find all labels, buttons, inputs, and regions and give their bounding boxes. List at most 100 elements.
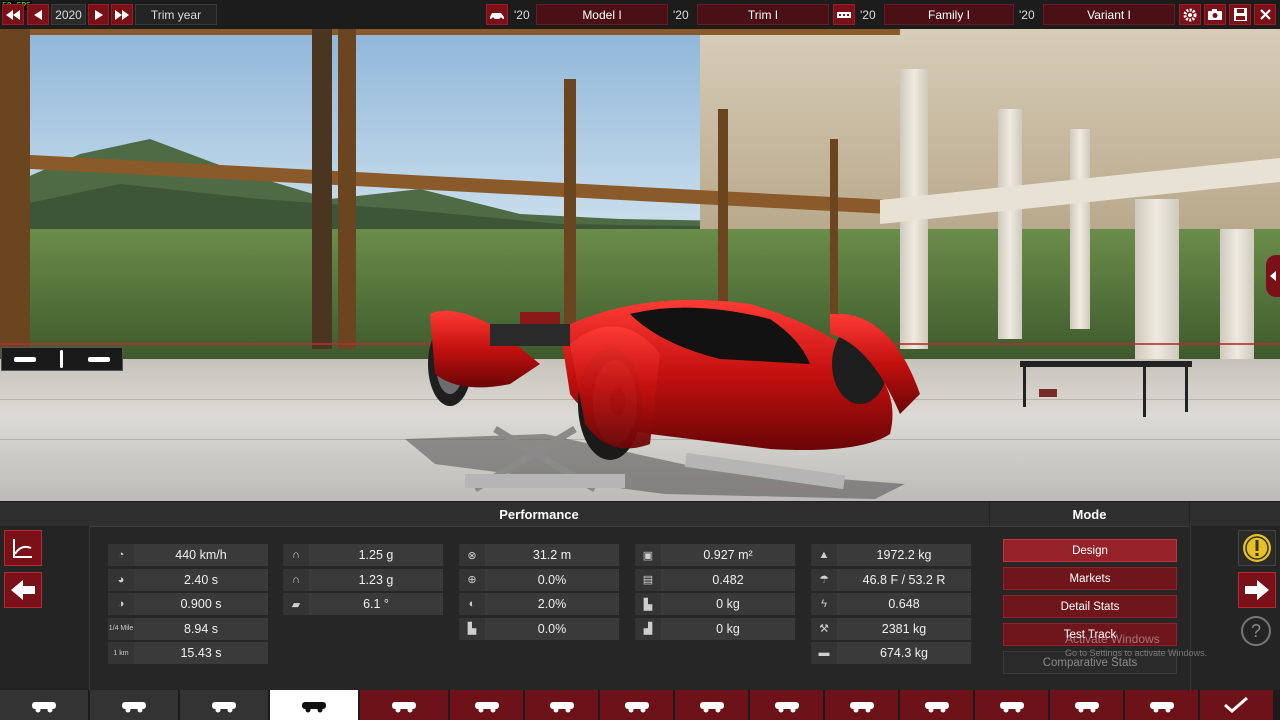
testing-icon — [999, 702, 1024, 713]
next-icon — [94, 9, 103, 20]
rewind-icon — [6, 9, 20, 20]
chassis-icon — [122, 702, 146, 713]
engine-block-icon — [837, 11, 851, 18]
family-name-field[interactable]: Family I — [884, 4, 1014, 25]
pillar — [1135, 199, 1179, 364]
mode-button-markets[interactable]: Markets — [1003, 567, 1177, 590]
stat-value: 0.648 — [888, 597, 920, 612]
model-car-button[interactable] — [486, 4, 508, 25]
graph-view-button[interactable] — [4, 530, 42, 566]
top-toolbar: 50 FPS 2020 Trim year '20 Model I '20 Tr… — [0, 0, 1280, 30]
stat-row: ⊕ 0.0% — [459, 568, 619, 591]
left-toolbar — [0, 526, 90, 690]
stat-row: ▰ 6.1 ° — [283, 593, 443, 616]
warning-icon — [1243, 534, 1271, 562]
stat-value: 6.1 ° — [363, 597, 389, 612]
stat-value: 1.23 g — [358, 572, 394, 587]
top-speed-icon: ◔ — [108, 544, 134, 566]
nav-tab-aero[interactable] — [825, 690, 898, 720]
confirm-icon — [1223, 696, 1248, 713]
nav-tab-engine[interactable] — [180, 690, 268, 720]
nav-tab-chassis[interactable] — [90, 690, 178, 720]
first-year-button[interactable] — [2, 4, 24, 25]
stat-value: 0 kg — [716, 621, 740, 636]
save-button[interactable] — [1229, 4, 1251, 25]
nav-tab-car-body[interactable] — [0, 690, 88, 720]
stats-panel: Performance Mode ? ◔ 440 km/h ◕ 2.40 s ◑ 0.90… — [0, 502, 1280, 690]
settings-icon — [1183, 8, 1197, 21]
fuel-icon — [1074, 702, 1099, 713]
settings-button[interactable] — [1179, 4, 1201, 25]
acceleration-icon: ◕ — [108, 568, 134, 591]
wall-post — [338, 29, 356, 349]
lift-icon: ϟ — [811, 593, 837, 616]
model-year: '20 — [514, 7, 530, 22]
stat-value: 0.900 s — [180, 597, 222, 612]
nav-tab-steering[interactable] — [900, 690, 973, 720]
nav-tab-suspension[interactable] — [525, 690, 598, 720]
help-button[interactable]: ? — [1241, 616, 1271, 646]
chevron-left-icon — [1270, 271, 1276, 281]
weight-icon: ▲ — [811, 544, 837, 566]
nav-tab-interior[interactable] — [360, 690, 448, 720]
arrow-right-icon — [1245, 580, 1269, 600]
variant-name-field[interactable]: Variant I — [1043, 4, 1175, 25]
nav-tab-confirm[interactable] — [1200, 690, 1273, 720]
engine-family-button[interactable] — [833, 4, 855, 25]
stat-row: ☂ 46.8 F / 53.2 R — [811, 568, 971, 591]
stat-value: 0.927 m² — [703, 548, 753, 562]
stat-row: ∩ 1.25 g — [283, 544, 443, 566]
next-year-button[interactable] — [88, 4, 109, 25]
drag-coefficient-icon: ▤ — [635, 568, 661, 591]
model-name-field[interactable]: Model I — [536, 4, 668, 25]
windows-activation-title: Activate Windows — [1065, 632, 1160, 646]
window-beam-top — [0, 29, 900, 35]
next-button[interactable] — [1238, 572, 1276, 608]
back-button[interactable] — [4, 572, 42, 608]
nav-tab-wheels[interactable] — [675, 690, 748, 720]
nav-tab-track[interactable] — [1125, 690, 1198, 720]
nav-tab-brakes[interactable] — [600, 690, 673, 720]
stat-row: 1 km 15.43 s — [108, 642, 268, 665]
variant-year: '20 — [1019, 7, 1035, 22]
mode-button-detail-stats[interactable]: Detail Stats — [1003, 595, 1177, 618]
nav-tab-tyres[interactable] — [750, 690, 823, 720]
pillar — [1220, 229, 1254, 359]
warning-button[interactable] — [1238, 530, 1276, 566]
quarter-mile-icon: 1/4 Mile — [108, 617, 134, 640]
car-viewport[interactable] — [0, 29, 1280, 501]
trim-name-field[interactable]: Trim I — [697, 4, 829, 25]
nav-tab-testing[interactable] — [975, 690, 1048, 720]
brakes-icon — [624, 702, 649, 713]
fast-forward-icon — [115, 9, 129, 20]
orbit-right-icon — [87, 356, 110, 362]
wheels-icon — [699, 702, 724, 713]
previous-year-button[interactable] — [27, 4, 49, 25]
right-toolbar: ? — [1190, 526, 1280, 690]
nav-tab-body-design[interactable] — [270, 690, 358, 720]
right-header — [1190, 502, 1280, 527]
stat-value: 15.43 s — [180, 646, 222, 661]
weight-distribution-icon: ☂ — [811, 568, 837, 591]
braking-distance-icon: ⊗ — [459, 544, 485, 566]
stat-row: ϟ 0.648 — [811, 593, 971, 616]
wall-post — [0, 29, 30, 349]
stat-row: ◐ 2.0% — [459, 593, 619, 616]
expand-side-panel-button[interactable] — [1266, 255, 1280, 297]
stat-row: ⊗ 31.2 m — [459, 544, 619, 566]
stat-row: ◑ 0.900 s — [108, 593, 268, 616]
stat-value: 2.0% — [537, 597, 567, 612]
one-km-icon: 1 km — [108, 642, 134, 665]
nav-tab-drivetrain[interactable] — [450, 690, 523, 720]
last-year-button[interactable] — [111, 4, 133, 25]
screenshot-button[interactable] — [1204, 4, 1226, 25]
camera-orbit-control[interactable] — [1, 347, 123, 371]
nav-tab-fuel[interactable] — [1050, 690, 1123, 720]
close-button[interactable] — [1254, 4, 1276, 25]
stat-row: ▙ 0 kg — [635, 593, 795, 616]
mode-button-design[interactable]: Design — [1003, 539, 1177, 562]
stat-row: 1/4 Mile 8.94 s — [108, 617, 268, 640]
save-icon — [1233, 8, 1247, 21]
stat-row: ∩ 1.23 g — [283, 568, 443, 591]
stat-value: 8.94 s — [183, 621, 219, 636]
